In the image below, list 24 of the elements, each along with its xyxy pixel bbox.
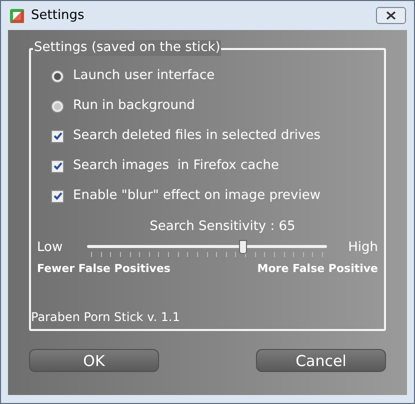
close-button[interactable]: [376, 7, 406, 24]
slider-caption: More False Positive: [257, 260, 378, 276]
checkbox[interactable]: [51, 130, 64, 142]
checkbox-label: Enable "blur" effect on image preview: [73, 187, 320, 206]
checkbox[interactable]: [51, 190, 64, 202]
slider-thumb[interactable]: [239, 240, 247, 254]
radio-label: Launch user interface: [73, 67, 215, 86]
radio-button[interactable]: [51, 70, 64, 82]
checkbox[interactable]: [51, 160, 64, 172]
dialog-button[interactable]: Cancel: [256, 349, 386, 372]
group-title: Settings (saved on the stick): [33, 40, 222, 56]
close-icon: [386, 11, 396, 20]
radio-button[interactable]: [51, 100, 64, 112]
min-label: Low: [37, 238, 64, 257]
version-text: Paraben Porn Stick v. 1.1: [31, 309, 181, 326]
dialog-button[interactable]: OK: [29, 349, 159, 372]
max-label: High: [348, 238, 378, 257]
app-logo-icon: [9, 8, 25, 24]
slider-caption: Fewer False Positives: [37, 260, 170, 276]
window-title: Settings: [31, 6, 84, 25]
slider-label: Search Sensitivity : 65: [150, 218, 296, 236]
checkbox-label: Search deleted files in selected drives: [73, 127, 321, 146]
checkbox-label: Search images in Firefox cache: [73, 157, 279, 176]
radio-label: Run in background: [73, 97, 195, 116]
